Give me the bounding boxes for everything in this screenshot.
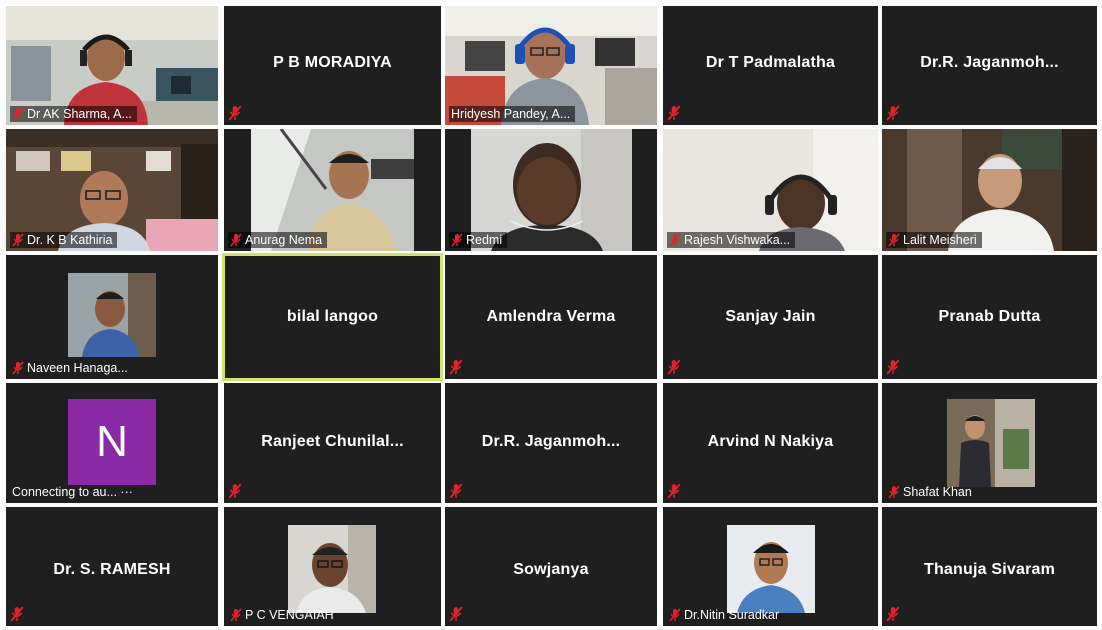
participant-name: Arvind N Nakiya [707, 432, 834, 450]
participant-tile[interactable]: Lalit Meisheri [882, 129, 1097, 251]
muted-mic-icon [12, 233, 24, 247]
participant-name: Redmi [466, 233, 503, 247]
participant-tile[interactable]: Rajesh Vishwaka... [663, 129, 878, 251]
muted-mic-icon [667, 483, 681, 499]
participant-name: Dr. K B Kathiria [27, 233, 113, 247]
muted-mic-icon [886, 105, 900, 121]
muted-mic-icon [886, 359, 900, 375]
participant-tile[interactable]: Naveen Hanaga... [6, 255, 218, 379]
muted-mic-icon [667, 359, 681, 375]
muted-mic-icon [12, 361, 24, 375]
participant-tile[interactable]: P C VENGAIAH [224, 507, 441, 626]
muted-mic-icon [230, 233, 242, 247]
participant-name: P C VENGAIAH [245, 608, 334, 622]
participant-name: Pranab Dutta [938, 308, 1041, 325]
participant-name: Amlendra Verma [486, 308, 616, 325]
participant-tile[interactable]: Pranab Dutta [882, 255, 1097, 379]
participant-tile[interactable]: Arvind N Nakiya [663, 383, 878, 503]
participant-name: P B MORADIYA [273, 54, 392, 72]
participant-name: Connecting to au... ··· [12, 485, 133, 499]
muted-mic-icon [667, 105, 681, 121]
participant-name-label: Naveen Hanaga... [10, 360, 133, 376]
participant-tile[interactable]: P B MORADIYA [224, 6, 441, 125]
participant-tile[interactable]: Dr.R. Jaganmoh... [445, 383, 657, 503]
participant-name-label: Dr AK Sharma, A... [10, 106, 137, 122]
muted-mic-icon [888, 233, 900, 247]
participant-tile[interactable]: Redmi [445, 129, 657, 251]
profile-photo [947, 399, 1035, 487]
participant-tile[interactable]: Hridyesh Pandey, A... [445, 6, 657, 125]
profile-photo [288, 525, 376, 613]
profile-photo [727, 525, 815, 613]
participant-name-label: Anurag Nema [228, 232, 328, 248]
muted-mic-icon [888, 485, 900, 499]
participant-tile[interactable]: Dr T Padmalatha [663, 6, 878, 125]
participant-tile[interactable]: Shafat Khan [882, 383, 1097, 503]
participant-name: bilal langoo [286, 308, 379, 325]
muted-mic-icon [451, 233, 463, 247]
avatar: N [68, 399, 156, 485]
muted-mic-icon [10, 606, 24, 622]
participant-tile[interactable]: Sanjay Jain [663, 255, 878, 379]
participant-tile[interactable]: Dr AK Sharma, A... [6, 6, 218, 125]
participant-name: Dr.R. Jaganmoh... [481, 432, 621, 450]
participant-name-label: Hridyesh Pandey, A... [449, 106, 576, 122]
participant-name: Lalit Meisheri [903, 233, 977, 247]
participant-tile[interactable]: Dr. K B Kathiria [6, 129, 218, 251]
muted-mic-icon [886, 606, 900, 622]
participant-name: Sowjanya [513, 561, 589, 579]
participant-name: Hridyesh Pandey, A... [451, 107, 571, 121]
muted-mic-icon [669, 233, 681, 247]
muted-mic-icon [228, 105, 242, 121]
participant-tile[interactable]: Amlendra Verma [445, 255, 657, 379]
participant-tile[interactable]: Anurag Nema [224, 129, 441, 251]
participant-tile[interactable]: N Connecting to au... ··· [6, 383, 218, 503]
muted-mic-icon [12, 107, 24, 121]
participant-name-label: Connecting to au... ··· [10, 484, 138, 500]
profile-photo [68, 273, 156, 357]
muted-mic-icon [230, 608, 242, 622]
participant-name: Ranjeet Chunilal... [261, 432, 404, 450]
participant-name-label: Lalit Meisheri [886, 232, 982, 248]
active-speaker-tile[interactable]: bilal langoo [222, 253, 443, 381]
participant-tile[interactable]: Dr. S. RAMESH [6, 507, 218, 626]
participant-name-label: P C VENGAIAH [228, 607, 339, 623]
muted-mic-icon [669, 608, 681, 622]
participant-tile[interactable]: Dr.R. Jaganmoh... [882, 6, 1097, 125]
participant-name: Thanuja Sivaram [923, 561, 1056, 579]
participant-name-label: Dr. K B Kathiria [10, 232, 118, 248]
participant-name-label: Redmi [449, 232, 508, 248]
participant-tile[interactable]: Dr.Nitin Suradkar [663, 507, 878, 626]
participant-tile[interactable]: Ranjeet Chunilal... [224, 383, 441, 503]
participant-name-label: Shafat Khan [886, 484, 977, 500]
muted-mic-icon [449, 483, 463, 499]
participant-name: Naveen Hanaga... [27, 361, 128, 375]
muted-mic-icon [228, 483, 242, 499]
participant-name: Shafat Khan [903, 485, 972, 499]
participant-tile[interactable]: Sowjanya [445, 507, 657, 626]
participant-tile[interactable]: Thanuja Sivaram [882, 507, 1097, 626]
participant-name-label: Rajesh Vishwaka... [667, 232, 796, 248]
participant-name: Dr.R. Jaganmoh... [920, 54, 1059, 72]
participant-name: Anurag Nema [245, 233, 323, 247]
muted-mic-icon [449, 359, 463, 375]
participant-name: Dr. S. RAMESH [53, 561, 171, 579]
participant-name: Dr.Nitin Suradkar [684, 608, 780, 622]
participant-name-label: Dr.Nitin Suradkar [667, 607, 784, 623]
participant-name: Sanjay Jain [725, 308, 816, 325]
participant-name: Dr AK Sharma, A... [27, 107, 132, 121]
participant-name: Dr T Padmalatha [705, 54, 836, 72]
zoom-gallery-view: Dr AK Sharma, A... P B MORADIYA Hridyesh… [0, 0, 1102, 630]
participant-name: Rajesh Vishwaka... [684, 233, 791, 247]
muted-mic-icon [449, 606, 463, 622]
